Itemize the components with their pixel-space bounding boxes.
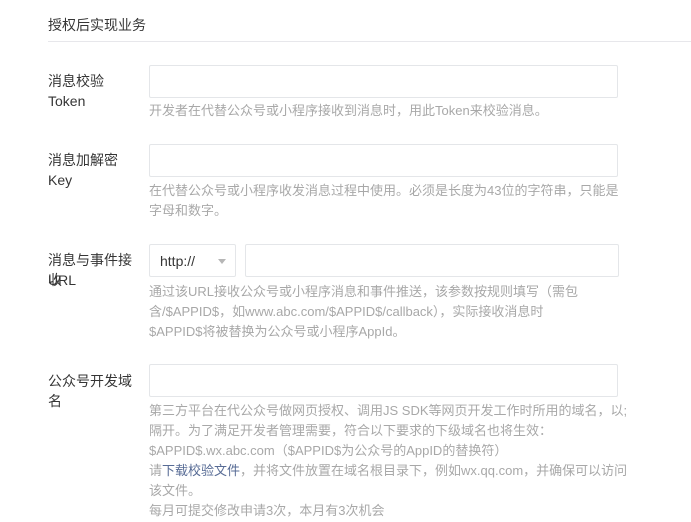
event-url-label-line2: URL [48, 272, 77, 288]
download-verify-file-link[interactable]: 下载校验文件 [162, 463, 240, 478]
protocol-select[interactable]: http:// [149, 244, 236, 277]
aes-key-hint-line2: 字母和数字。 [149, 203, 228, 218]
chevron-down-icon [218, 259, 226, 264]
event-url-hint-line3: $APPID$将被替换为公众号或小程序AppId。 [149, 324, 406, 339]
event-url-input[interactable] [245, 244, 619, 277]
event-url-hint-line2: 含/$APPID$，如www.abc.com/$APPID$/callback）… [149, 304, 544, 319]
domain-label: 公众号开发域名 [48, 373, 132, 409]
domain-hint-line4: 请下载校验文件，并将文件放置在域名根目录下，例如wx.qq.com，并确保可以访… [149, 461, 627, 481]
aes-key-hint-line1: 在代替公众号或小程序收发消息过程中使用。必须是长度为43位的字符串，只能是 [149, 183, 619, 198]
domain-hint-line6: 每月可提交修改申请3次，本月有3次机会 [149, 503, 385, 518]
token-input[interactable] [149, 65, 618, 98]
token-label: 消息校验Token [48, 73, 104, 109]
domain-hint-line4-suffix: ，并将文件放置在域名根目录下，例如wx.qq.com，并确保可以访问 [240, 463, 628, 478]
aes-key-input[interactable] [149, 144, 618, 177]
domain-hint-line1: 第三方平台在代公众号做网页授权、调用JS SDK等网页开发工作时所用的域名，以; [149, 403, 628, 418]
event-url-hint-line1: 通过该URL接收公众号或小程序消息和事件推送，该参数按规则填写（需包 [149, 284, 579, 299]
domain-input[interactable] [149, 364, 618, 397]
token-hint: 开发者在代替公众号或小程序接收到消息时，用此Token来校验消息。 [149, 103, 548, 118]
domain-hint-line5: 该文件。 [149, 483, 202, 498]
aes-key-label: 消息加解密Key [48, 152, 118, 188]
protocol-select-value: http:// [160, 252, 196, 269]
domain-hint-line2: 隔开。为了满足开发者管理需要，符合以下要求的下级域名也将生效： [149, 423, 553, 438]
section-title: 授权后实现业务 [48, 17, 146, 33]
domain-hint-line3: $APPID$.wx.abc.com（$APPID$为公众号的AppID的替换符… [149, 443, 508, 458]
section-divider [48, 41, 691, 42]
domain-hint-line4-prefix: 请 [149, 463, 163, 478]
